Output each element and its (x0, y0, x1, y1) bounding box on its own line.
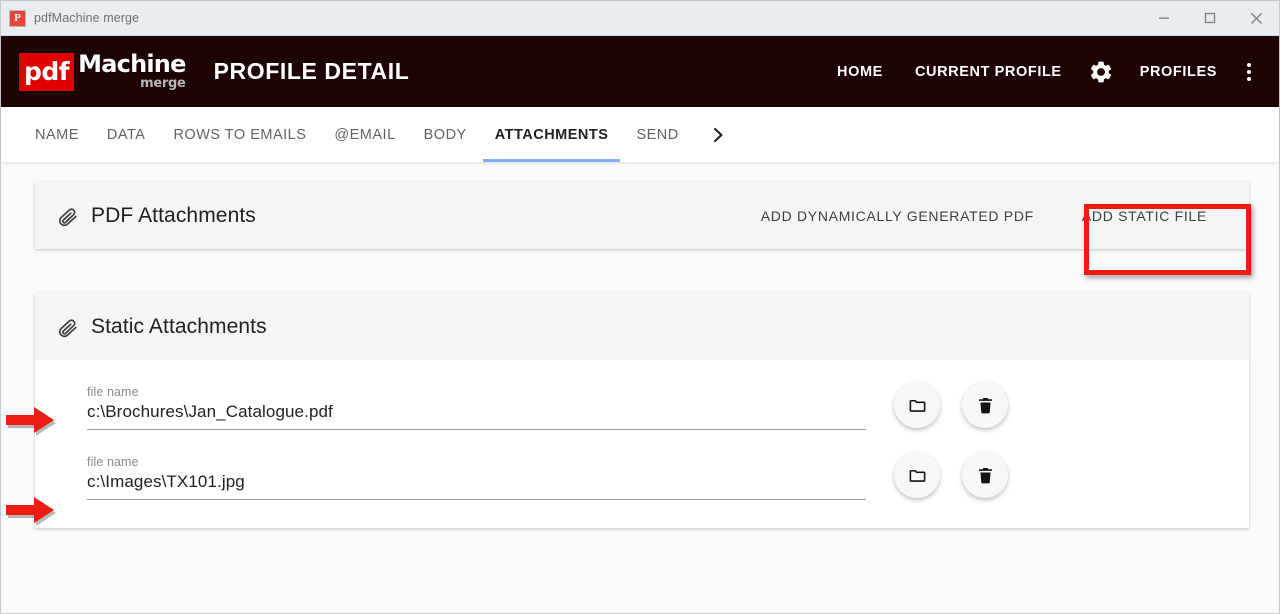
row-actions (894, 452, 1008, 500)
pdf-attachments-card: PDF Attachments ADD DYNAMICALLY GENERATE… (35, 182, 1249, 249)
trash-icon (978, 397, 992, 413)
page-body: PDF Attachments ADD DYNAMICALLY GENERATE… (1, 162, 1279, 613)
tab-rows-to-emails[interactable]: ROWS TO EMAILS (159, 107, 320, 162)
window-title: pdfMachine merge (34, 11, 140, 25)
close-icon (1250, 12, 1262, 24)
static-attachments-header: Static Attachments (35, 293, 1249, 360)
browse-file-button[interactable] (894, 452, 940, 498)
logo-machine-text: Machine (78, 50, 186, 79)
attachment-row: file name c:\Images\TX101.jpg (35, 430, 1249, 500)
file-name-value[interactable]: c:\Brochures\Jan_Catalogue.pdf (87, 402, 866, 430)
browse-file-button[interactable] (894, 382, 940, 428)
delete-attachment-button[interactable] (962, 452, 1008, 498)
file-name-label: file name (87, 385, 139, 399)
app-icon: P (9, 9, 26, 27)
trash-icon (978, 467, 992, 483)
maximize-button[interactable] (1187, 1, 1233, 35)
tab-name[interactable]: NAME (21, 107, 93, 162)
file-name-field-1[interactable]: file name c:\Brochures\Jan_Catalogue.pdf (87, 385, 866, 430)
delete-attachment-button[interactable] (962, 382, 1008, 428)
header-nav: HOME CURRENT PROFILE PROFILES (821, 49, 1263, 95)
overflow-menu-button[interactable] (1233, 57, 1263, 87)
tab-email[interactable]: @EMAIL (320, 107, 409, 162)
nav-home[interactable]: HOME (821, 54, 899, 90)
static-attachments-title: Static Attachments (91, 314, 267, 338)
maximize-icon (1204, 12, 1216, 24)
folder-icon (909, 469, 925, 482)
more-vertical-icon-dot (1247, 76, 1251, 81)
tab-attachments[interactable]: ATTACHMENTS (481, 107, 623, 162)
app-logo: pdf Machine merge (19, 50, 186, 91)
row-actions (894, 382, 1008, 430)
gear-icon (1090, 61, 1111, 82)
tabs-next-button[interactable] (693, 107, 742, 162)
pdf-attachments-header: PDF Attachments ADD DYNAMICALLY GENERATE… (35, 182, 1249, 249)
more-vertical-icon-dot (1247, 69, 1251, 74)
application-window: P pdfMachine merge pdf Machine merge PRO… (0, 0, 1280, 614)
app-header: pdf Machine merge PROFILE DETAIL HOME CU… (1, 36, 1279, 107)
add-static-file-button[interactable]: ADD STATIC FILE (1064, 196, 1225, 236)
add-dynamic-pdf-button[interactable]: ADD DYNAMICALLY GENERATED PDF (743, 196, 1052, 236)
paperclip-icon (57, 316, 79, 338)
file-name-label: file name (87, 455, 139, 469)
logo-wordmark: Machine merge (78, 50, 186, 91)
static-attachments-card: Static Attachments file name c:\Brochure… (35, 293, 1249, 528)
nav-current-profile[interactable]: CURRENT PROFILE (899, 54, 1078, 90)
close-button[interactable] (1233, 1, 1279, 35)
nav-profiles[interactable]: PROFILES (1124, 54, 1233, 90)
tab-send[interactable]: SEND (622, 107, 692, 162)
chevron-right-icon (713, 127, 723, 142)
file-name-value[interactable]: c:\Images\TX101.jpg (87, 472, 866, 500)
title-bar: P pdfMachine merge (1, 1, 1279, 36)
tab-data[interactable]: DATA (93, 107, 160, 162)
attachment-row: file name c:\Brochures\Jan_Catalogue.pdf (35, 360, 1249, 430)
tab-bar: NAME DATA ROWS TO EMAILS @EMAIL BODY ATT… (1, 107, 1279, 162)
settings-button[interactable] (1078, 49, 1124, 95)
paperclip-icon (57, 205, 79, 227)
logo-pdf-text: pdf (19, 52, 75, 91)
pdf-attachments-title: PDF Attachments (91, 203, 256, 227)
add-static-file-wrapper: ADD STATIC FILE (1064, 196, 1225, 236)
minimize-icon (1159, 17, 1169, 19)
logo-merge-text: merge (140, 75, 186, 91)
page-title: PROFILE DETAIL (213, 58, 410, 84)
card-gap (35, 249, 1249, 293)
folder-icon (909, 399, 925, 412)
file-name-field-2[interactable]: file name c:\Images\TX101.jpg (87, 455, 866, 500)
static-attachments-list: file name c:\Brochures\Jan_Catalogue.pdf (35, 360, 1249, 528)
more-vertical-icon-dot (1247, 62, 1251, 67)
tab-body[interactable]: BODY (410, 107, 481, 162)
minimize-button[interactable] (1141, 1, 1187, 35)
